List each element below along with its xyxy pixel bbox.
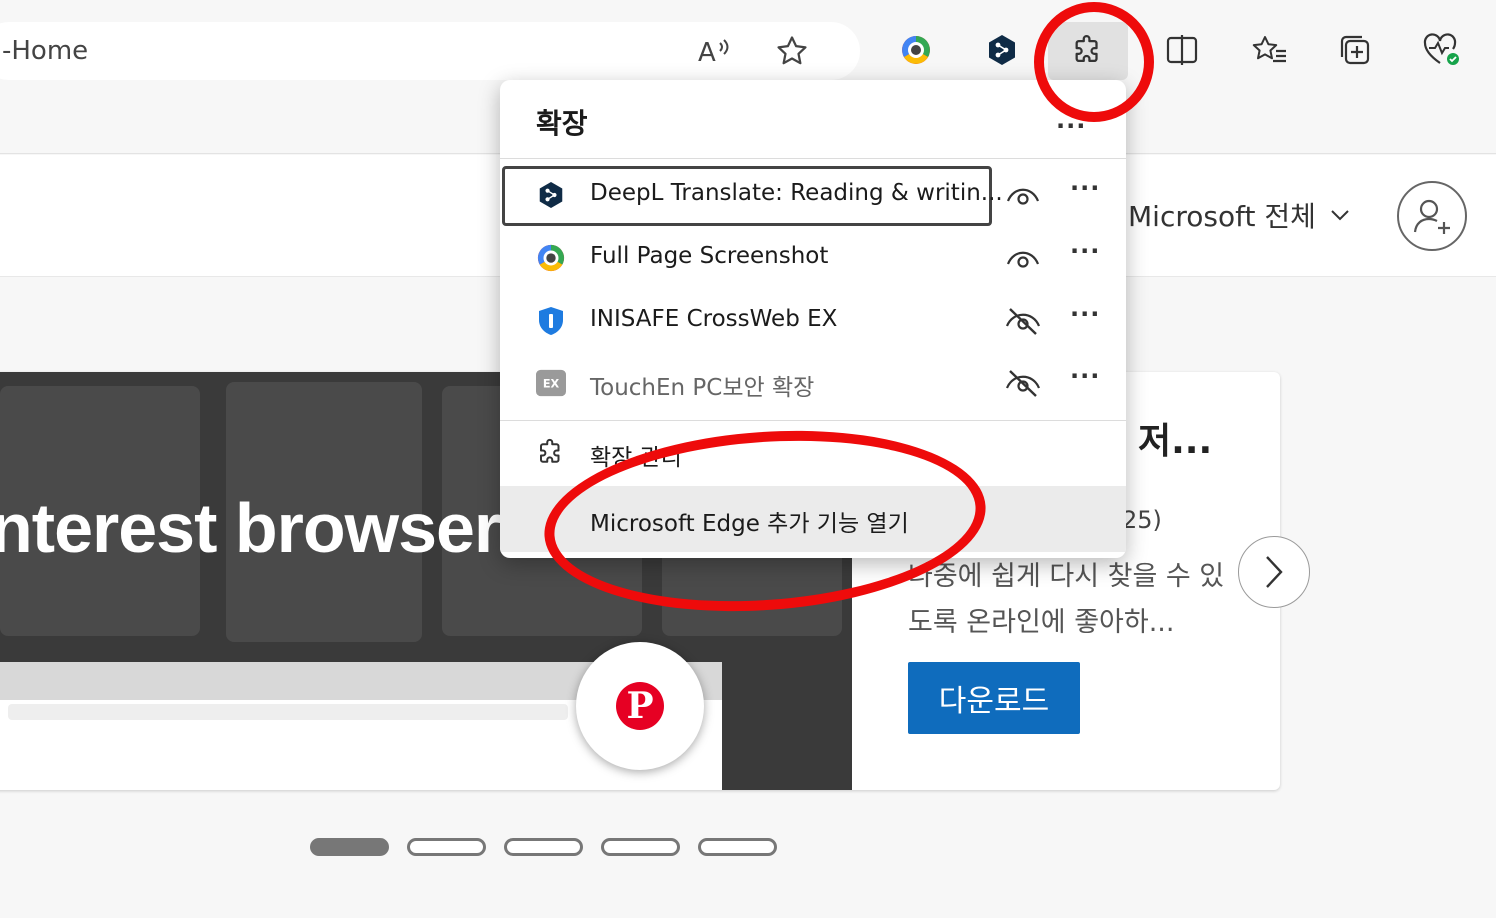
extensions-menu: 확장 ... DeepL Translate: Reading & writin… — [500, 80, 1126, 558]
address-text[interactable]: -Home — [2, 36, 88, 66]
deepl-icon — [536, 180, 566, 210]
extension-row-inisafe[interactable]: INISAFE CrossWeb EX ··· — [500, 290, 1126, 352]
pinterest-logo-icon: P — [616, 682, 664, 730]
extension-row-deepl[interactable]: DeepL Translate: Reading & writin... ··· — [500, 164, 1126, 226]
extension-name: INISAFE CrossWeb EX — [590, 306, 838, 332]
address-bar[interactable]: -Home A — [0, 22, 860, 80]
pager-dot[interactable] — [601, 838, 680, 856]
eye-icon[interactable] — [1004, 241, 1042, 275]
pager-dot[interactable] — [407, 838, 486, 856]
carousel-pager — [310, 838, 777, 856]
favorite-star-icon[interactable] — [764, 23, 820, 79]
extension-name: DeepL Translate: Reading & writin... — [590, 180, 1003, 206]
pinterest-badge: P — [576, 642, 704, 770]
eye-hidden-icon[interactable] — [1004, 304, 1042, 338]
open-edge-addons-item[interactable]: Microsoft Edge 추가 기능 열기 — [500, 486, 1126, 552]
full-page-screenshot-icon[interactable] — [888, 22, 944, 78]
manage-extensions-label: 확장 관리 — [590, 445, 682, 471]
ex-badge-icon: EX — [536, 368, 566, 398]
deepl-icon[interactable] — [974, 22, 1030, 78]
hero-title: nterest browser — [0, 489, 501, 567]
pager-dot[interactable] — [310, 838, 389, 856]
chevron-right-icon — [1266, 556, 1283, 588]
eye-icon[interactable] — [1004, 178, 1042, 212]
extensions-menu-title: 확장 — [536, 107, 588, 140]
extension-row-touchen[interactable]: EX TouchEn PC보안 확장 ··· — [500, 352, 1126, 414]
extensions-puzzle-icon[interactable] — [1048, 22, 1128, 80]
svg-text:EX: EX — [543, 378, 560, 391]
extension-more-button[interactable]: ··· — [1070, 362, 1100, 390]
promo-subtext: 25) — [1122, 506, 1162, 534]
svg-text:A: A — [698, 38, 716, 67]
favorites-icon[interactable] — [1242, 22, 1298, 78]
account-sign-in-icon[interactable] — [1397, 181, 1467, 251]
extension-more-button[interactable]: ··· — [1070, 237, 1100, 265]
pager-dot[interactable] — [698, 838, 777, 856]
open-edge-addons-label: Microsoft Edge 추가 기능 열기 — [590, 511, 909, 537]
divider — [500, 158, 1126, 159]
camera-lens-icon — [536, 243, 566, 273]
eye-hidden-icon[interactable] — [1004, 366, 1042, 400]
collections-icon[interactable] — [1328, 22, 1384, 78]
promo-description: 나중에 쉽게 다시 찾을 수 있도록 온라인에 좋아하... — [908, 561, 1225, 638]
divider — [500, 420, 1126, 421]
microsoft-all-label: Microsoft 전체 — [1128, 200, 1316, 233]
pager-dot[interactable] — [504, 838, 583, 856]
extension-name: Full Page Screenshot — [590, 243, 829, 269]
download-button[interactable]: 다운로드 — [908, 662, 1080, 734]
split-screen-icon[interactable] — [1154, 22, 1210, 78]
puzzle-icon — [536, 438, 566, 468]
extension-more-button[interactable]: ··· — [1070, 174, 1100, 202]
extension-more-button[interactable]: ··· — [1070, 300, 1100, 328]
carousel-next-button[interactable] — [1238, 536, 1310, 608]
microsoft-all-menu[interactable]: Microsoft 전체 — [1128, 195, 1350, 235]
browser-essentials-icon[interactable] — [1414, 22, 1470, 78]
chevron-down-icon — [1331, 210, 1349, 221]
manage-extensions-item[interactable]: 확장 관리 — [500, 424, 1126, 484]
extensions-menu-more-button[interactable]: ... — [1056, 106, 1086, 134]
extension-row-full-page-screenshot[interactable]: Full Page Screenshot ··· — [500, 227, 1126, 289]
extension-name: TouchEn PC보안 확장 — [590, 375, 815, 401]
promo-heading: 저... — [1138, 421, 1213, 462]
read-aloud-icon[interactable]: A — [686, 23, 742, 79]
shield-icon — [536, 306, 566, 336]
